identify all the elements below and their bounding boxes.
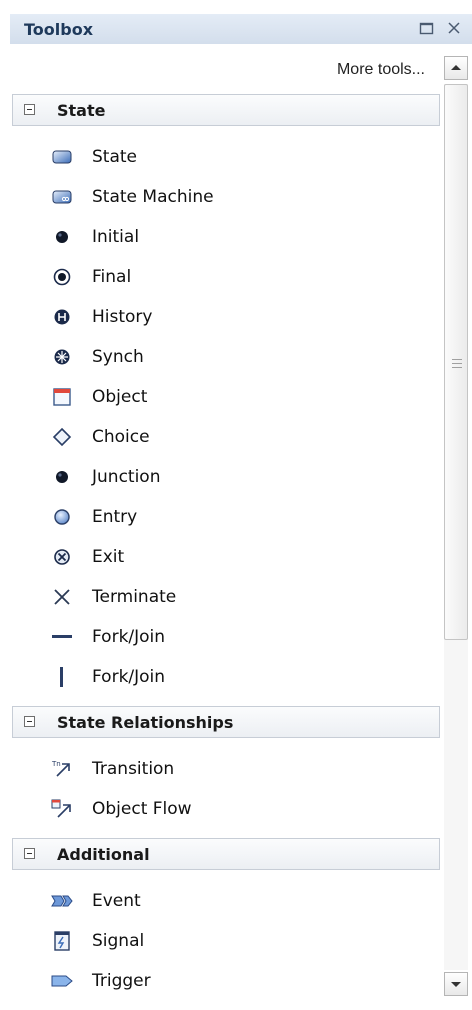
maximize-icon [419, 22, 434, 35]
junction-icon [50, 465, 74, 489]
final-icon [50, 265, 74, 289]
state-icon [50, 145, 74, 169]
maximize-button[interactable] [416, 17, 438, 39]
transition-icon: Tn [50, 757, 74, 781]
tool-label: Exit [92, 547, 125, 567]
svg-text:Tn: Tn [51, 760, 61, 768]
tool-label: Choice [92, 427, 150, 447]
tool-item-signal[interactable]: Signal [50, 923, 430, 959]
object-icon [50, 385, 74, 409]
tool-label: Object Flow [92, 799, 192, 819]
tool-label: State [92, 147, 137, 167]
scroll-up-button[interactable] [444, 56, 468, 80]
tool-label: Transition [92, 759, 175, 779]
fork-join-horizontal-icon [50, 625, 74, 649]
fork-join-vertical-icon [50, 665, 74, 689]
tool-label: History [92, 307, 153, 327]
tool-label: Terminate [92, 587, 177, 607]
trigger-icon [50, 969, 74, 993]
tool-item-synch[interactable]: Synch [50, 339, 430, 375]
synch-icon [50, 345, 74, 369]
group-header-state[interactable]: State [12, 94, 440, 126]
tool-item-junction[interactable]: Junction [50, 459, 430, 495]
object-flow-icon [50, 797, 74, 821]
tool-item-history[interactable]: History [50, 299, 430, 335]
close-button[interactable] [444, 17, 466, 39]
more-tools-link[interactable]: More tools... [10, 52, 435, 86]
collapse-icon[interactable] [24, 848, 35, 859]
state-machine-icon [50, 185, 74, 209]
tool-item-initial[interactable]: Initial [50, 219, 430, 255]
tool-item-state-machine[interactable]: State Machine [50, 179, 430, 215]
collapse-icon[interactable] [24, 104, 35, 115]
tool-item-entry[interactable]: Entry [50, 499, 430, 535]
tool-label: Fork/Join [92, 667, 166, 687]
group-label: State Relationships [57, 713, 234, 732]
more-tools-label: More tools... [336, 61, 425, 78]
tool-label: Event [92, 891, 141, 911]
tool-item-event[interactable]: Event [50, 883, 430, 919]
tool-label: Trigger [92, 971, 151, 991]
terminate-icon [50, 585, 74, 609]
tool-label: Final [92, 267, 132, 287]
tool-item-fork-join-vertical[interactable]: Fork/Join [50, 659, 430, 695]
arrow-down-icon [451, 982, 461, 987]
tool-item-trigger[interactable]: Trigger [50, 963, 430, 999]
tool-label: Initial [92, 227, 140, 247]
tool-item-object[interactable]: Object [50, 379, 430, 415]
history-icon [50, 305, 74, 329]
grip-icon [452, 359, 462, 371]
arrow-up-icon [451, 65, 461, 70]
tool-item-transition[interactable]: Tn Transition [50, 751, 430, 787]
initial-icon [50, 225, 74, 249]
tool-item-final[interactable]: Final [50, 259, 430, 295]
choice-icon [50, 425, 74, 449]
tool-label: Fork/Join [92, 627, 166, 647]
panel-title: Toolbox [24, 20, 94, 39]
collapse-icon[interactable] [24, 716, 35, 727]
tool-label: Object [92, 387, 148, 407]
tool-item-fork-join-horizontal[interactable]: Fork/Join [50, 619, 430, 655]
group-header-state-relationships[interactable]: State Relationships [12, 706, 440, 738]
tool-item-object-flow[interactable]: Object Flow [50, 791, 430, 827]
title-bar: Toolbox [10, 14, 472, 44]
toolbox-panel: Toolbox More tools... State State State … [0, 0, 472, 1010]
event-icon [50, 889, 74, 913]
signal-icon [50, 929, 74, 953]
tool-item-choice[interactable]: Choice [50, 419, 430, 455]
exit-icon [50, 545, 74, 569]
tool-item-terminate[interactable]: Terminate [50, 579, 430, 615]
close-icon [448, 22, 460, 34]
group-header-additional[interactable]: Additional [12, 838, 440, 870]
group-label: Additional [57, 845, 150, 864]
scrollbar-thumb[interactable] [444, 84, 468, 640]
tool-label: Signal [92, 931, 145, 951]
tool-label: State Machine [92, 187, 214, 207]
tool-item-exit[interactable]: Exit [50, 539, 430, 575]
tool-label: Entry [92, 507, 138, 527]
group-label: State [57, 101, 106, 120]
tool-label: Synch [92, 347, 144, 367]
scroll-down-button[interactable] [444, 972, 468, 996]
tool-label: Junction [92, 467, 161, 487]
entry-icon [50, 505, 74, 529]
tool-item-state[interactable]: State [50, 139, 430, 175]
